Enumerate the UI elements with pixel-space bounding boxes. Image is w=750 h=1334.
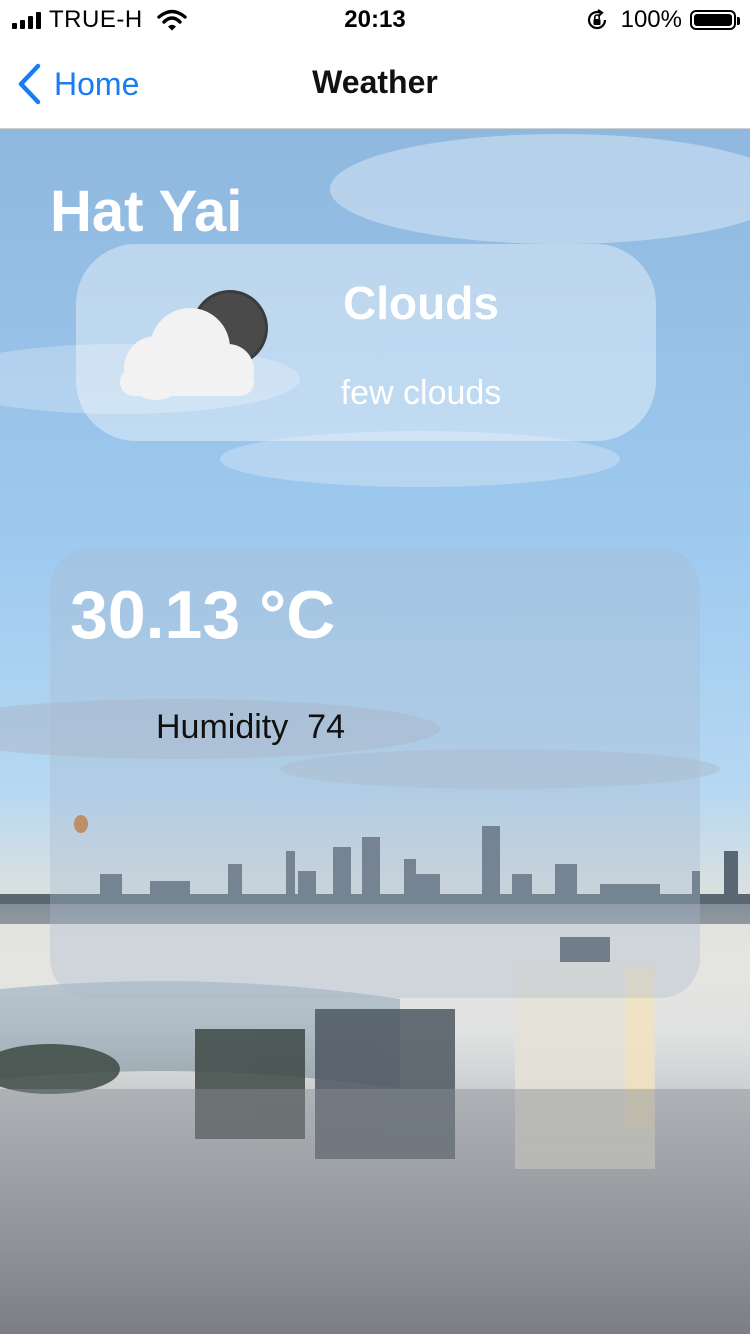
city-name: Hat Yai <box>50 179 243 244</box>
humidity-value: 74 <box>307 708 345 746</box>
humidity-label: Humidity <box>156 708 289 746</box>
condition-title: Clouds <box>343 277 499 329</box>
temperature-value: 30.13 °C <box>70 577 336 653</box>
cloud-night-icon <box>120 290 268 400</box>
battery-icon <box>690 10 740 30</box>
orientation-lock-icon <box>587 9 606 30</box>
page-title: Weather <box>312 64 438 100</box>
status-right: 100% <box>585 6 740 34</box>
battery-percentage: 100% <box>620 6 682 33</box>
humidity-row: Humidity 74 <box>156 708 345 747</box>
temperature-card: 30.13 °C Humidity 74 <box>50 548 700 998</box>
status-bar: TRUE-H 20:13 100% <box>0 0 750 40</box>
navigation-bar: Home Weather <box>0 40 750 129</box>
condition-card: Clouds few clouds <box>76 244 656 441</box>
condition-description: few clouds <box>340 374 502 412</box>
